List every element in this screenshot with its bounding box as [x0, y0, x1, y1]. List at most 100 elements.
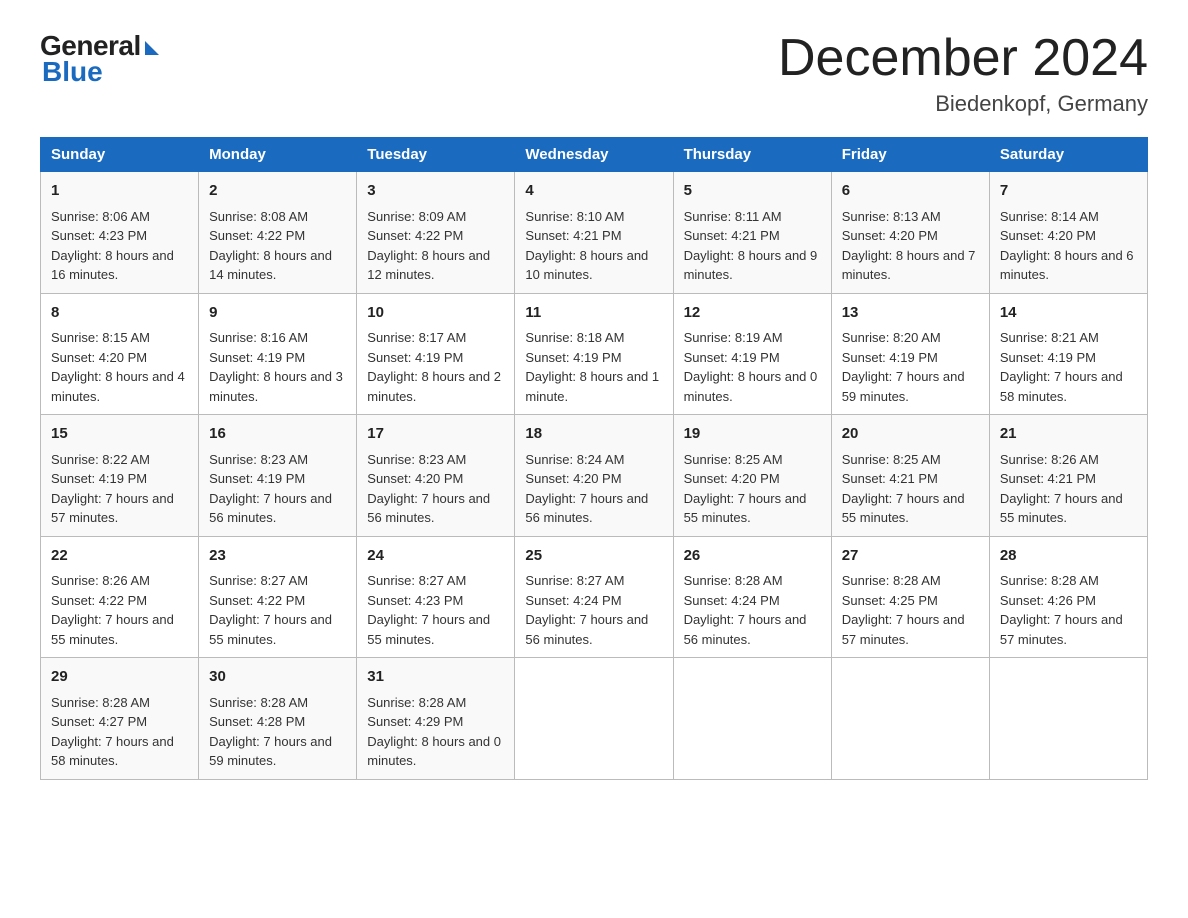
day-number: 30: [209, 666, 346, 689]
day-info: Sunrise: 8:11 AMSunset: 4:21 PMDaylight:…: [684, 207, 821, 285]
calendar-cell: 31Sunrise: 8:28 AMSunset: 4:29 PMDayligh…: [357, 658, 515, 780]
day-number: 19: [684, 423, 821, 446]
calendar-cell: [515, 658, 673, 780]
day-number: 23: [209, 545, 346, 568]
calendar-cell: 26 Sunrise: 8:28 AMSunset: 4:24 PMDayligh…: [673, 536, 831, 658]
day-number: 17: [367, 423, 504, 446]
day-info: Sunrise: 8:23 AMSunset: 4:19 PMDaylight:…: [209, 450, 346, 528]
calendar-cell: 21 Sunrise: 8:26 AMSunset: 4:21 PMDayligh…: [989, 415, 1147, 537]
day-info: Sunrise: 8:22 AMSunset: 4:19 PMDaylight:…: [51, 450, 188, 528]
day-number: 2: [209, 180, 346, 203]
day-info: Sunrise: 8:08 AMSunset: 4:22 PMDaylight:…: [209, 207, 346, 285]
calendar-cell: 5 Sunrise: 8:11 AMSunset: 4:21 PMDaylight…: [673, 172, 831, 294]
day-info: Sunrise: 8:23 AMSunset: 4:20 PMDaylight:…: [367, 450, 504, 528]
day-info: Sunrise: 8:16 AMSunset: 4:19 PMDaylight:…: [209, 328, 346, 406]
calendar-header-row: SundayMondayTuesdayWednesdayThursdayFrid…: [41, 138, 1148, 172]
calendar-cell: 1Sunrise: 8:06 AMSunset: 4:23 PMDaylight…: [41, 172, 199, 294]
calendar-cell: 6 Sunrise: 8:13 AMSunset: 4:20 PMDaylight…: [831, 172, 989, 294]
page-header: General Blue December 2024 Biedenkopf, G…: [40, 30, 1148, 117]
day-number: 28: [1000, 545, 1137, 568]
calendar-cell: [673, 658, 831, 780]
day-info: Sunrise: 8:27 AMSunset: 4:22 PMDaylight:…: [209, 571, 346, 649]
day-info: Sunrise: 8:17 AMSunset: 4:19 PMDaylight:…: [367, 328, 504, 406]
calendar-cell: 13 Sunrise: 8:20 AMSunset: 4:19 PMDayligh…: [831, 293, 989, 415]
calendar-cell: 9Sunrise: 8:16 AMSunset: 4:19 PMDaylight…: [199, 293, 357, 415]
day-number: 26: [684, 545, 821, 568]
day-info: Sunrise: 8:24 AMSunset: 4:20 PMDaylight:…: [525, 450, 662, 528]
location-title: Biedenkopf, Germany: [778, 91, 1148, 117]
day-info: Sunrise: 8:28 AMSunset: 4:25 PMDaylight:…: [842, 571, 979, 649]
calendar-cell: 7 Sunrise: 8:14 AMSunset: 4:20 PMDaylight…: [989, 172, 1147, 294]
calendar-cell: 8 Sunrise: 8:15 AMSunset: 4:20 PMDaylight…: [41, 293, 199, 415]
col-header-monday: Monday: [199, 138, 357, 172]
day-info: Sunrise: 8:26 AMSunset: 4:21 PMDaylight:…: [1000, 450, 1137, 528]
day-number: 6: [842, 180, 979, 203]
calendar-week-row: 1Sunrise: 8:06 AMSunset: 4:23 PMDaylight…: [41, 172, 1148, 294]
day-number: 8: [51, 302, 188, 325]
day-number: 7: [1000, 180, 1137, 203]
calendar-cell: 15Sunrise: 8:22 AMSunset: 4:19 PMDayligh…: [41, 415, 199, 537]
day-number: 4: [525, 180, 662, 203]
calendar-cell: 27 Sunrise: 8:28 AMSunset: 4:25 PMDayligh…: [831, 536, 989, 658]
day-info: Sunrise: 8:15 AMSunset: 4:20 PMDaylight:…: [51, 328, 188, 406]
calendar-week-row: 22 Sunrise: 8:26 AMSunset: 4:22 PMDayligh…: [41, 536, 1148, 658]
day-number: 21: [1000, 423, 1137, 446]
col-header-saturday: Saturday: [989, 138, 1147, 172]
day-number: 14: [1000, 302, 1137, 325]
calendar-cell: 11 Sunrise: 8:18 AMSunset: 4:19 PMDayligh…: [515, 293, 673, 415]
day-number: 20: [842, 423, 979, 446]
day-info: Sunrise: 8:10 AMSunset: 4:21 PMDaylight:…: [525, 207, 662, 285]
col-header-friday: Friday: [831, 138, 989, 172]
day-number: 5: [684, 180, 821, 203]
calendar-cell: 17 Sunrise: 8:23 AMSunset: 4:20 PMDayligh…: [357, 415, 515, 537]
calendar-cell: 25Sunrise: 8:27 AMSunset: 4:24 PMDayligh…: [515, 536, 673, 658]
calendar-cell: 16Sunrise: 8:23 AMSunset: 4:19 PMDayligh…: [199, 415, 357, 537]
day-number: 11: [525, 302, 662, 325]
day-info: Sunrise: 8:13 AMSunset: 4:20 PMDaylight:…: [842, 207, 979, 285]
col-header-tuesday: Tuesday: [357, 138, 515, 172]
day-number: 27: [842, 545, 979, 568]
day-info: Sunrise: 8:28 AMSunset: 4:27 PMDaylight:…: [51, 693, 188, 771]
logo-blue-text: Blue: [42, 56, 103, 88]
day-info: Sunrise: 8:18 AMSunset: 4:19 PMDaylight:…: [525, 328, 662, 406]
calendar-cell: 14 Sunrise: 8:21 AMSunset: 4:19 PMDayligh…: [989, 293, 1147, 415]
calendar-week-row: 15Sunrise: 8:22 AMSunset: 4:19 PMDayligh…: [41, 415, 1148, 537]
day-number: 22: [51, 545, 188, 568]
day-info: Sunrise: 8:27 AMSunset: 4:23 PMDaylight:…: [367, 571, 504, 649]
calendar-cell: 4 Sunrise: 8:10 AMSunset: 4:21 PMDaylight…: [515, 172, 673, 294]
day-number: 1: [51, 180, 188, 203]
calendar-week-row: 29Sunrise: 8:28 AMSunset: 4:27 PMDayligh…: [41, 658, 1148, 780]
day-info: Sunrise: 8:25 AMSunset: 4:21 PMDaylight:…: [842, 450, 979, 528]
calendar-cell: [989, 658, 1147, 780]
calendar-week-row: 8 Sunrise: 8:15 AMSunset: 4:20 PMDaylight…: [41, 293, 1148, 415]
calendar-cell: 19Sunrise: 8:25 AMSunset: 4:20 PMDayligh…: [673, 415, 831, 537]
day-info: Sunrise: 8:28 AMSunset: 4:29 PMDaylight:…: [367, 693, 504, 771]
day-number: 10: [367, 302, 504, 325]
day-info: Sunrise: 8:21 AMSunset: 4:19 PMDaylight:…: [1000, 328, 1137, 406]
col-header-wednesday: Wednesday: [515, 138, 673, 172]
calendar-cell: 18 Sunrise: 8:24 AMSunset: 4:20 PMDayligh…: [515, 415, 673, 537]
day-info: Sunrise: 8:14 AMSunset: 4:20 PMDaylight:…: [1000, 207, 1137, 285]
day-info: Sunrise: 8:28 AMSunset: 4:26 PMDaylight:…: [1000, 571, 1137, 649]
calendar-cell: 30Sunrise: 8:28 AMSunset: 4:28 PMDayligh…: [199, 658, 357, 780]
day-info: Sunrise: 8:26 AMSunset: 4:22 PMDaylight:…: [51, 571, 188, 649]
calendar-cell: 10 Sunrise: 8:17 AMSunset: 4:19 PMDayligh…: [357, 293, 515, 415]
day-number: 13: [842, 302, 979, 325]
day-info: Sunrise: 8:19 AMSunset: 4:19 PMDaylight:…: [684, 328, 821, 406]
logo-arrow-icon: [145, 41, 159, 55]
day-number: 18: [525, 423, 662, 446]
calendar-cell: 23 Sunrise: 8:27 AMSunset: 4:22 PMDayligh…: [199, 536, 357, 658]
day-number: 3: [367, 180, 504, 203]
day-info: Sunrise: 8:28 AMSunset: 4:24 PMDaylight:…: [684, 571, 821, 649]
calendar-cell: 29Sunrise: 8:28 AMSunset: 4:27 PMDayligh…: [41, 658, 199, 780]
day-info: Sunrise: 8:20 AMSunset: 4:19 PMDaylight:…: [842, 328, 979, 406]
calendar-cell: 22 Sunrise: 8:26 AMSunset: 4:22 PMDayligh…: [41, 536, 199, 658]
day-number: 12: [684, 302, 821, 325]
calendar-cell: 24Sunrise: 8:27 AMSunset: 4:23 PMDayligh…: [357, 536, 515, 658]
calendar-cell: 20 Sunrise: 8:25 AMSunset: 4:21 PMDayligh…: [831, 415, 989, 537]
month-title: December 2024: [778, 30, 1148, 87]
calendar-cell: 3 Sunrise: 8:09 AMSunset: 4:22 PMDaylight…: [357, 172, 515, 294]
day-info: Sunrise: 8:09 AMSunset: 4:22 PMDaylight:…: [367, 207, 504, 285]
calendar-table: SundayMondayTuesdayWednesdayThursdayFrid…: [40, 137, 1148, 780]
calendar-cell: 2 Sunrise: 8:08 AMSunset: 4:22 PMDaylight…: [199, 172, 357, 294]
